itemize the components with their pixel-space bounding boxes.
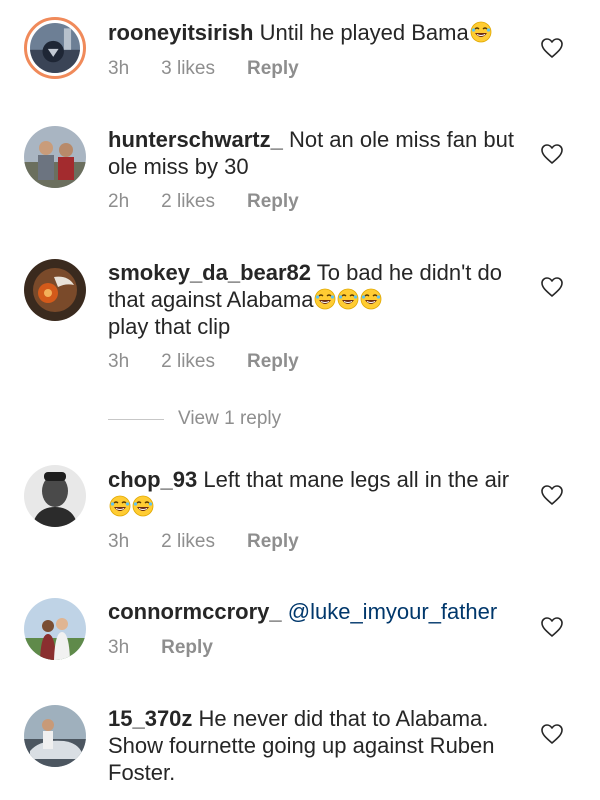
comment-time: 3h (108, 58, 130, 79)
reply-button[interactable]: Reply (161, 637, 213, 659)
comment-text: Left that mane legs all in the air (203, 467, 510, 492)
avatar[interactable] (24, 705, 86, 767)
comment-time: 3h (108, 637, 130, 658)
avatar[interactable] (24, 126, 86, 188)
laughing-emoji-icon (314, 288, 336, 310)
divider (108, 418, 164, 420)
comment-username[interactable]: chop_93 (108, 467, 197, 492)
comment-username[interactable]: smokey_da_bear82 (108, 260, 311, 285)
reply-button[interactable]: Reply (247, 58, 299, 80)
heart-outline-icon[interactable] (540, 143, 564, 165)
comment-time: 3h (108, 531, 130, 552)
comment-username[interactable]: 15_370z (108, 706, 192, 731)
comment-likes[interactable]: 3 likes (161, 58, 215, 80)
avatar-image (24, 465, 86, 527)
comment-likes[interactable]: 2 likes (161, 191, 215, 213)
avatar[interactable] (24, 465, 86, 527)
avatar[interactable] (24, 598, 86, 660)
laughing-emoji-icon (470, 21, 492, 43)
heart-outline-icon[interactable] (540, 276, 564, 298)
view-replies-button[interactable]: View 1 reply (108, 404, 281, 434)
avatar-image (30, 23, 80, 73)
avatar-image (24, 705, 86, 767)
comment-username[interactable]: connormccrory_ (108, 599, 282, 624)
mention-link[interactable]: @luke_imyour_father (288, 599, 497, 624)
comment-time: 2h (108, 191, 130, 212)
view-replies-label[interactable]: View 1 reply (178, 408, 281, 430)
avatar-image (24, 598, 86, 660)
avatar-image (24, 126, 86, 188)
comment-time: 3h (108, 351, 130, 372)
comment-likes[interactable]: 2 likes (161, 531, 215, 553)
comment-text: Until he played Bama (259, 20, 469, 45)
comment-text-continued: play that clip (108, 314, 231, 339)
laughing-emoji-icon (337, 288, 359, 310)
comment-username[interactable]: hunterschwartz_ (108, 127, 283, 152)
reply-button[interactable]: Reply (247, 191, 299, 213)
reply-button[interactable]: Reply (247, 351, 299, 373)
laughing-emoji-icon (109, 495, 131, 517)
avatar[interactable] (24, 17, 86, 79)
heart-outline-icon[interactable] (540, 723, 564, 745)
heart-outline-icon[interactable] (540, 616, 564, 638)
heart-outline-icon[interactable] (540, 484, 564, 506)
heart-outline-icon[interactable] (540, 37, 564, 59)
laughing-emoji-icon (360, 288, 382, 310)
comment-username[interactable]: rooneyitsirish (108, 20, 253, 45)
avatar[interactable] (24, 259, 86, 321)
avatar-image (24, 259, 86, 321)
reply-button[interactable]: Reply (247, 531, 299, 553)
laughing-emoji-icon (132, 495, 154, 517)
comment-likes[interactable]: 2 likes (161, 351, 215, 373)
